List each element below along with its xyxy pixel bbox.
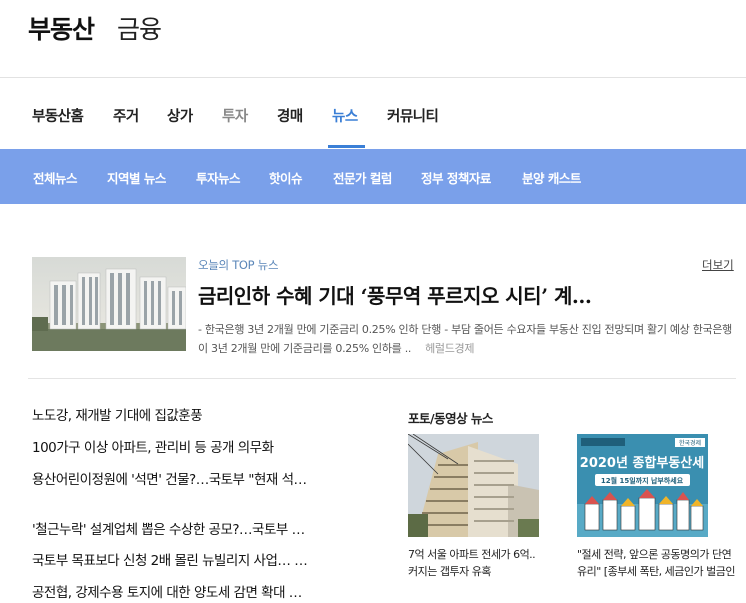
nav-item-auction[interactable]: 경매 (277, 105, 303, 126)
subnav-item-hot-issue[interactable]: 핫이슈 (269, 168, 303, 187)
main-nav: 부동산홈 주거 상가 투자 경매 뉴스 커뮤니티 (0, 79, 746, 149)
subnav-item-regional-news[interactable]: 지역별 뉴스 (107, 168, 166, 187)
photo-caption: "절세 전략, 앞으론 공동명의가 단연 유리" [종부세 폭탄, 세금인가 벌… (577, 548, 736, 578)
top-news-thumbnail[interactable] (32, 257, 186, 351)
apartment-buildings-image (408, 434, 539, 537)
top-news-headline[interactable]: 금리인하 수혜 기대 ‘풍무역 푸르지오 시티’ 계… (198, 280, 728, 309)
property-tax-graphic: 한국경제 2020년 종합부동산세 12월 15일까지 납부하세요 (577, 434, 708, 537)
active-tab-indicator (328, 145, 365, 148)
news-list-item[interactable]: 100가구 이상 아파트, 관리비 등 공개 의무화 (32, 436, 362, 456)
photo-thumbnail (408, 434, 539, 537)
news-list-item[interactable]: 용산어린이정원에 '석면' 건물?…국토부 "현재 석… (32, 468, 362, 488)
photo-section-title: 포토/동영상 뉴스 (408, 411, 493, 426)
subnav-item-presale-cast[interactable]: 분양 캐스트 (522, 168, 581, 187)
more-link[interactable]: 더보기 (702, 257, 734, 273)
photo-caption: 7억 서울 아파트 전세가 6억.. 커지는 갭투자 유혹 (408, 548, 536, 578)
news-list-item[interactable]: '철근누락' 설계업체 뽑은 수상한 공모?…국토부 … (32, 518, 362, 538)
news-list-item[interactable]: 노도강, 재개발 기대에 집값훈풍 (32, 404, 362, 424)
top-news-source: 헤럴드경제 (425, 342, 475, 355)
notice-text: 12월 15일까지 납부하세요 (601, 476, 684, 485)
nav-item-housing[interactable]: 주거 (113, 105, 139, 126)
photo-thumbnail: 한국경제 2020년 종합부동산세 12월 15일까지 납부하세요 (577, 434, 708, 537)
logo-text: 한국경제 (679, 439, 701, 447)
nav-item-community[interactable]: 커뮤니티 (387, 105, 439, 126)
nav-item-investment[interactable]: 투자 (222, 105, 248, 126)
photo-card[interactable]: 7억 서울 아파트 전세가 6억.. 커지는 갭투자 유혹 (408, 434, 539, 582)
sub-nav: 전체뉴스 지역별 뉴스 투자뉴스 핫이슈 전문가 컬럼 정부 정책자료 분양 캐… (0, 149, 746, 204)
photo-card[interactable]: 한국경제 2020년 종합부동산세 12월 15일까지 납부하세요 "절세 전략… (577, 434, 737, 582)
subnav-item-all-news[interactable]: 전체뉴스 (33, 168, 78, 187)
top-news-label: 오늘의 TOP 뉴스 (198, 258, 279, 272)
subnav-item-investment-news[interactable]: 투자뉴스 (196, 168, 241, 187)
section-divider (28, 378, 736, 379)
news-list-item[interactable]: 공전협, 강제수용 토지에 대한 양도세 감면 확대 … (32, 581, 362, 601)
nav-item-realestate-home[interactable]: 부동산홈 (32, 105, 84, 126)
news-list-item[interactable]: 국토부 목표보다 신청 2배 몰린 뉴빌리지 사업… … (32, 549, 362, 569)
banner-text: 2020년 종합부동산세 (580, 455, 704, 471)
apartment-complex-image (32, 257, 186, 351)
subnav-item-expert-column[interactable]: 전문가 컬럼 (333, 168, 392, 187)
nav-item-commercial[interactable]: 상가 (167, 105, 193, 126)
nav-item-news[interactable]: 뉴스 (332, 105, 358, 126)
subnav-item-policy-docs[interactable]: 정부 정책자료 (421, 168, 491, 187)
top-news-summary: - 한국은행 3년 2개월 만에 기준금리 0.25% 인하 단행 - 부담 줄… (198, 320, 738, 358)
section-title[interactable]: 금융 (117, 10, 162, 46)
brand-title[interactable]: 부동산 (28, 10, 95, 46)
top-header: 부동산 금융 (0, 0, 746, 78)
